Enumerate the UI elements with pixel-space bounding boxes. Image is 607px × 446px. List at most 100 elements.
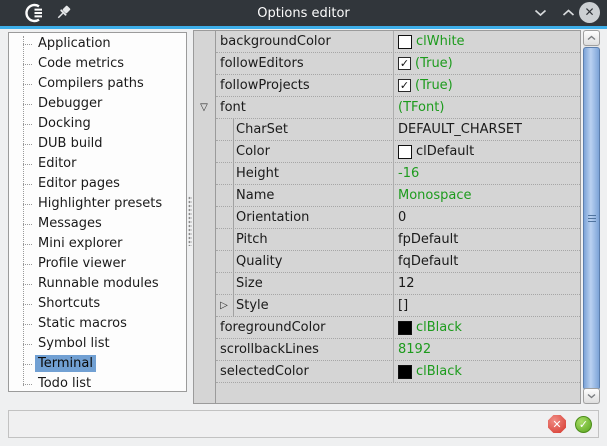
property-row-Name[interactable]: NameMonospace: [216, 185, 580, 207]
expander-closed-icon[interactable]: ▷: [217, 299, 231, 313]
property-name: Height: [216, 163, 394, 184]
property-value-text: (True): [415, 78, 453, 93]
property-row-followEditors[interactable]: followEditors ✓ (True): [216, 53, 580, 75]
sidebar-item-label: Docking: [35, 115, 94, 132]
sidebar-item-highlighter-presets[interactable]: Highlighter presets: [9, 194, 186, 214]
vertical-scrollbar[interactable]: [583, 30, 600, 404]
splitter-handle[interactable]: [188, 196, 192, 246]
sidebar-item-messages[interactable]: Messages: [9, 214, 186, 234]
sidebar-item-static-macros[interactable]: Static macros: [9, 314, 186, 334]
property-value[interactable]: clBlack: [394, 317, 580, 338]
checkbox-checked-icon[interactable]: ✓: [398, 57, 411, 70]
property-value-text: clBlack: [416, 364, 462, 379]
property-value[interactable]: []: [394, 295, 580, 316]
property-row-Style[interactable]: Style[]: [216, 295, 580, 317]
sidebar-item-todo-list[interactable]: Todo list: [9, 374, 186, 392]
sidebar-item-code-metrics[interactable]: Code metrics: [9, 54, 186, 74]
property-row-CharSet[interactable]: CharSetDEFAULT_CHARSET: [216, 119, 580, 141]
property-value[interactable]: fpDefault: [394, 229, 580, 250]
property-row-Quality[interactable]: QualityfqDefault: [216, 251, 580, 273]
scrollbar-grip-icon: [588, 215, 596, 223]
property-row-Size[interactable]: Size12: [216, 273, 580, 295]
color-swatch-icon: [398, 321, 412, 335]
property-row-font[interactable]: font(TFont): [216, 97, 580, 119]
property-value[interactable]: clBlack: [394, 361, 580, 382]
footer-panel: [8, 410, 599, 438]
property-name: foregroundColor: [216, 317, 394, 338]
close-button[interactable]: ✕: [579, 2, 600, 23]
property-value[interactable]: ✓ (True): [394, 53, 580, 74]
sidebar-item-application[interactable]: Application: [9, 34, 186, 54]
titlebar: Options editor ✕: [0, 0, 607, 26]
sidebar-item-editor-pages[interactable]: Editor pages: [9, 174, 186, 194]
property-value[interactable]: 8192: [394, 339, 580, 360]
property-value[interactable]: fqDefault: [394, 251, 580, 272]
property-name: followEditors: [216, 53, 394, 74]
property-row-Color[interactable]: ColorclDefault: [216, 141, 580, 163]
sidebar-item-compilers-paths[interactable]: Compilers paths: [9, 74, 186, 94]
property-row-foregroundColor[interactable]: foregroundColorclBlack: [216, 317, 580, 339]
checkbox-checked-icon[interactable]: ✓: [398, 79, 411, 92]
property-value-text: DEFAULT_CHARSET: [398, 122, 522, 137]
color-swatch-icon: [398, 35, 412, 49]
color-swatch-icon: [398, 145, 412, 159]
sidebar-item-label: Debugger: [35, 95, 105, 112]
sidebar-item-label: Application: [35, 35, 114, 52]
cancel-button[interactable]: ✕: [548, 415, 566, 433]
expander-open-icon[interactable]: ▽: [197, 101, 211, 115]
property-row-followProjects[interactable]: followProjects ✓ (True): [216, 75, 580, 97]
sidebar-item-symbol-list[interactable]: Symbol list: [9, 334, 186, 354]
property-row-scrollbackLines[interactable]: scrollbackLines8192: [216, 339, 580, 361]
property-name: followProjects: [216, 75, 394, 96]
property-value[interactable]: 12: [394, 273, 580, 294]
sidebar-item-label: Editor pages: [35, 175, 123, 192]
sidebar-item-label: Runnable modules: [35, 275, 162, 292]
sidebar-item-label: Editor: [35, 155, 79, 172]
property-row-Height[interactable]: Height -16: [216, 163, 580, 185]
property-row-selectedColor[interactable]: selectedColorclBlack: [216, 361, 580, 383]
property-value-text: fqDefault: [398, 254, 458, 269]
property-name: Orientation: [216, 207, 394, 228]
property-value[interactable]: DEFAULT_CHARSET: [394, 119, 580, 140]
sidebar-item-runnable-modules[interactable]: Runnable modules: [9, 274, 186, 294]
ok-check-icon: ✓: [579, 418, 588, 431]
sidebar-item-dub-build[interactable]: DUB build: [9, 134, 186, 154]
scrollbar-thumb[interactable]: [583, 47, 600, 390]
property-name: Pitch: [216, 229, 394, 250]
property-value[interactable]: clWhite: [394, 31, 580, 52]
ok-button[interactable]: ✓: [575, 416, 592, 433]
sidebar-item-label: Messages: [35, 215, 105, 232]
scroll-up-button[interactable]: [583, 30, 600, 46]
sidebar-item-profile-viewer[interactable]: Profile viewer: [9, 254, 186, 274]
maximize-button[interactable]: [558, 5, 578, 21]
property-name: Style: [216, 295, 394, 316]
cancel-x-icon: ✕: [552, 418, 561, 431]
property-value-text: -16: [398, 166, 419, 181]
property-value[interactable]: Monospace: [394, 185, 580, 206]
property-value[interactable]: clDefault: [394, 141, 580, 162]
sidebar-item-label: Highlighter presets: [35, 195, 165, 212]
sidebar-item-label: Compilers paths: [35, 75, 147, 92]
sidebar-item-editor[interactable]: Editor: [9, 154, 186, 174]
property-value-text: 8192: [398, 342, 431, 357]
property-grid: backgroundColorclWhitefollowEditors ✓ (Tru…: [193, 30, 581, 404]
property-value[interactable]: -16: [394, 163, 580, 184]
sidebar-item-shortcuts[interactable]: Shortcuts: [9, 294, 186, 314]
scroll-down-button[interactable]: [583, 388, 600, 404]
property-value[interactable]: (TFont): [394, 97, 580, 118]
sidebar-item-terminal[interactable]: Terminal: [9, 354, 186, 374]
property-row-Orientation[interactable]: Orientation 0: [216, 207, 580, 229]
property-value-text: clWhite: [416, 34, 465, 49]
property-row-backgroundColor[interactable]: backgroundColorclWhite: [216, 31, 580, 53]
sidebar-item-docking[interactable]: Docking: [9, 114, 186, 134]
sidebar-item-mini-explorer[interactable]: Mini explorer: [9, 234, 186, 254]
property-value-text: 0: [398, 210, 406, 225]
property-row-Pitch[interactable]: PitchfpDefault: [216, 229, 580, 251]
property-value-text: (True): [415, 56, 453, 71]
property-value-text: Monospace: [398, 188, 472, 203]
options-editor-window: Options editor ✕ Application Code metrics…: [0, 0, 607, 446]
sidebar-item-debugger[interactable]: Debugger: [9, 94, 186, 114]
minimize-button[interactable]: [530, 5, 550, 21]
property-value[interactable]: 0: [394, 207, 580, 228]
property-value[interactable]: ✓ (True): [394, 75, 580, 96]
